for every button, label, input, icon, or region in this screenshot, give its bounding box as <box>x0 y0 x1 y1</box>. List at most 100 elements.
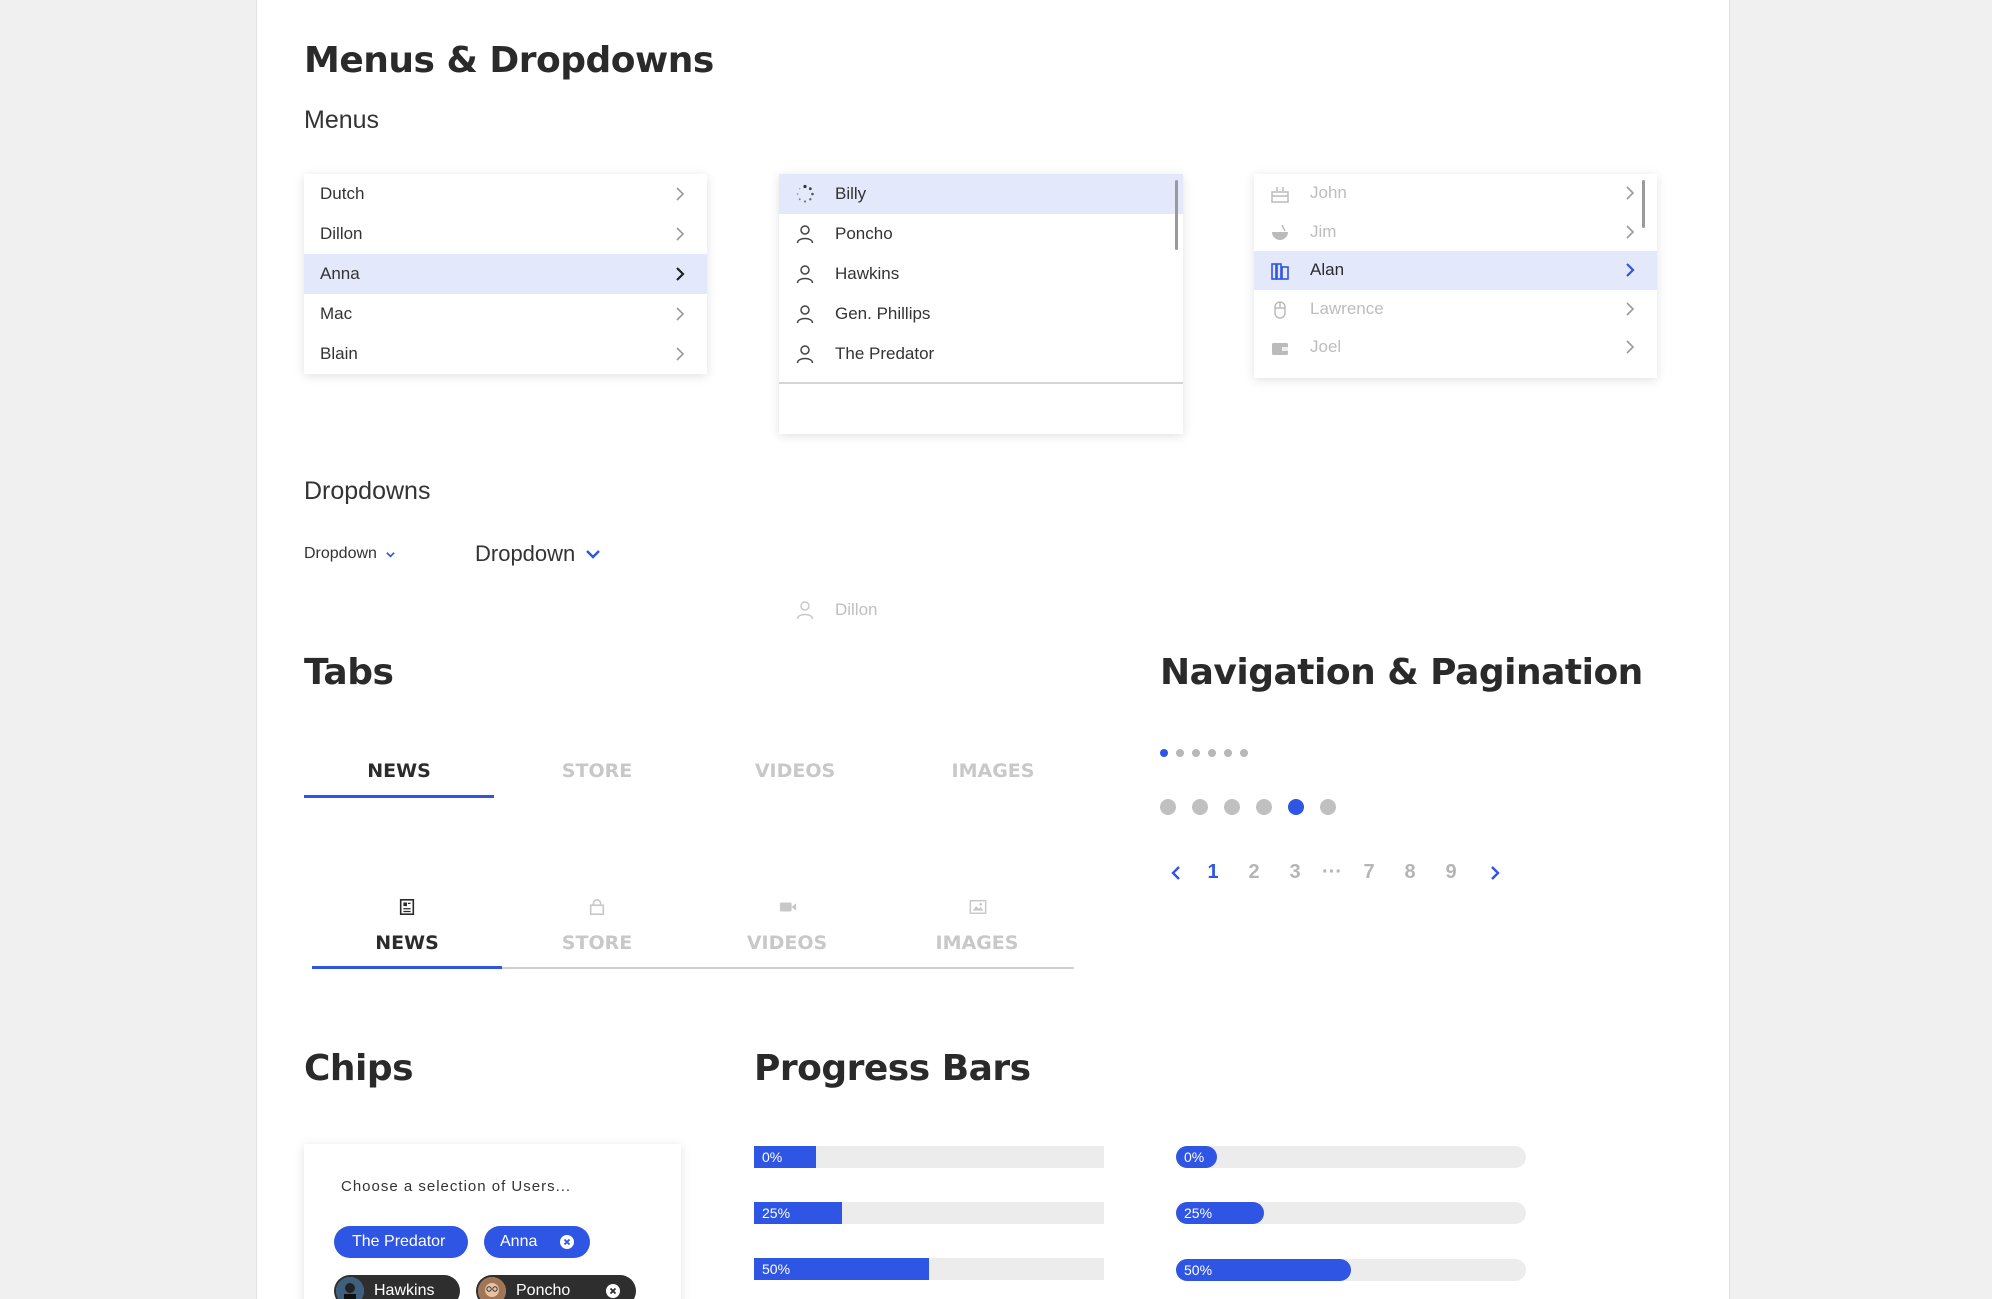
chevron-right-icon <box>676 227 685 241</box>
user-icon <box>796 225 814 244</box>
menu-item-label: Joel <box>1310 337 1342 357</box>
tab-label: IMAGES <box>935 932 1019 954</box>
dot-active[interactable] <box>1288 799 1304 815</box>
chip-poncho[interactable]: Poncho <box>476 1275 636 1299</box>
page-3[interactable]: 3 <box>1283 861 1307 884</box>
section-title-tabs: Tabs <box>304 652 394 693</box>
menu-item-billy[interactable]: Billy <box>779 174 1183 214</box>
progress-bar: 50% <box>754 1258 1104 1280</box>
page-7[interactable]: 7 <box>1357 861 1381 884</box>
progress-fill: 0% <box>1176 1146 1217 1168</box>
menu-item-gen-phillips[interactable]: Gen. Phillips <box>779 294 1183 334</box>
user-icon <box>796 305 814 324</box>
tab-images-with-icon[interactable]: IMAGES <box>882 890 1072 970</box>
dot[interactable] <box>1192 749 1200 757</box>
tab-store-with-icon[interactable]: STORE <box>502 890 692 970</box>
simple-menu: Dutch Dillon Anna Mac Blain <box>304 174 707 374</box>
scrollbar-thumb[interactable] <box>1642 180 1645 228</box>
cake-icon <box>1271 187 1289 203</box>
menu-item-joel[interactable]: Joel <box>1254 328 1657 367</box>
chip-input[interactable]: Choose a selection of Users... The Preda… <box>304 1144 681 1299</box>
dot-indicator-small <box>1160 746 1260 760</box>
dropdown-label: Dropdown <box>475 541 576 566</box>
progress-bar-rounded: 0% <box>1176 1146 1526 1168</box>
menu-item-mac[interactable]: Mac <box>304 294 707 334</box>
dot[interactable] <box>1224 799 1240 815</box>
chip-input-placeholder: Choose a selection of Users... <box>341 1178 572 1195</box>
dot-active[interactable] <box>1160 749 1168 757</box>
page-1[interactable]: 1 <box>1201 861 1225 884</box>
menu-item-hawkins[interactable]: Hawkins <box>779 254 1183 294</box>
menu-item-label: Lawrence <box>1310 298 1384 318</box>
menu-item-label: Jim <box>1310 221 1337 241</box>
menu-item-dillon[interactable]: Dillon <box>304 214 707 254</box>
section-title-progress-bars: Progress Bars <box>754 1048 1031 1089</box>
dot[interactable] <box>1176 749 1184 757</box>
menu-item-john[interactable]: John <box>1254 174 1657 213</box>
bowl-icon <box>1272 224 1288 240</box>
style-guide-page: Menus & Dropdowns Menus Dutch Dillon Ann… <box>256 0 1730 1299</box>
user-icon <box>796 345 814 364</box>
chip-label: The Predator <box>352 1233 446 1250</box>
tab-label: NEWS <box>375 932 439 954</box>
chevron-right-icon <box>1626 263 1635 277</box>
page-8[interactable]: 8 <box>1398 861 1422 884</box>
menu-divider <box>779 382 1183 384</box>
tab-store[interactable]: STORE <box>502 760 692 782</box>
chevron-right-icon <box>1626 224 1635 239</box>
dropdown-small[interactable]: Dropdown <box>304 545 396 563</box>
menu-item-label: Dillon <box>835 600 878 619</box>
chip-anna[interactable]: Anna <box>484 1226 590 1258</box>
avatar <box>336 1277 364 1299</box>
progress-fill: 50% <box>1176 1259 1351 1281</box>
tab-images[interactable]: IMAGES <box>898 760 1088 782</box>
dropdown-large[interactable]: Dropdown <box>475 541 601 567</box>
menu-item-label: Billy <box>835 184 867 203</box>
tab-videos-with-icon[interactable]: VIDEOS <box>692 890 882 970</box>
menu-item-dutch[interactable]: Dutch <box>304 174 707 214</box>
remove-chip-icon[interactable] <box>606 1284 620 1298</box>
chevron-right-icon <box>676 267 685 281</box>
chevron-down-icon <box>586 550 601 559</box>
text-tabs: NEWS STORE VIDEOS IMAGES <box>304 752 1104 802</box>
menu-item-the-predator[interactable]: The Predator <box>779 334 1183 374</box>
tab-videos[interactable]: VIDEOS <box>700 760 890 782</box>
dot[interactable] <box>1208 749 1216 757</box>
menu-item-alan[interactable]: Alan <box>1254 251 1657 290</box>
dot[interactable] <box>1160 799 1176 815</box>
tab-news-with-icon[interactable]: NEWS <box>312 890 502 970</box>
tab-news[interactable]: NEWS <box>304 760 494 782</box>
chip-the-predator[interactable]: The Predator <box>334 1226 468 1258</box>
chip-label: Hawkins <box>374 1282 435 1299</box>
menu-item-label: Dutch <box>320 184 365 203</box>
menu-item-anna[interactable]: Anna <box>304 254 707 294</box>
books-icon <box>1271 263 1289 280</box>
menu-item-label: Poncho <box>835 224 893 243</box>
chevron-down-icon <box>386 551 395 558</box>
progress-bar: 25% <box>754 1202 1104 1224</box>
menu-item-jim[interactable]: Jim <box>1254 213 1657 252</box>
dot[interactable] <box>1256 799 1272 815</box>
menu-item-label: Dillon <box>320 224 363 243</box>
page-2[interactable]: 2 <box>1242 861 1266 884</box>
dot[interactable] <box>1224 749 1232 757</box>
menu-item-poncho[interactable]: Poncho <box>779 214 1183 254</box>
scrollbar-thumb[interactable] <box>1175 180 1178 250</box>
menu-item-label: Hawkins <box>835 264 900 283</box>
chevron-right-icon[interactable] <box>1488 865 1502 881</box>
menu-item-label: Blain <box>320 344 358 363</box>
chevron-left-icon[interactable] <box>1169 865 1183 881</box>
tab-label: STORE <box>561 932 633 954</box>
menu-item-blain[interactable]: Blain <box>304 334 707 374</box>
pagination-ellipsis: ··· <box>1322 861 1342 883</box>
dot[interactable] <box>1240 749 1248 757</box>
chip-hawkins[interactable]: Hawkins <box>334 1275 460 1299</box>
dot[interactable] <box>1192 799 1208 815</box>
user-icon <box>796 265 814 284</box>
remove-chip-icon[interactable] <box>560 1235 574 1249</box>
progress-bar: 0% <box>754 1146 1104 1168</box>
dot[interactable] <box>1320 799 1336 815</box>
menu-item-label: The Predator <box>835 344 935 363</box>
menu-item-lawrence[interactable]: Lawrence <box>1254 290 1657 329</box>
page-9[interactable]: 9 <box>1439 861 1463 884</box>
